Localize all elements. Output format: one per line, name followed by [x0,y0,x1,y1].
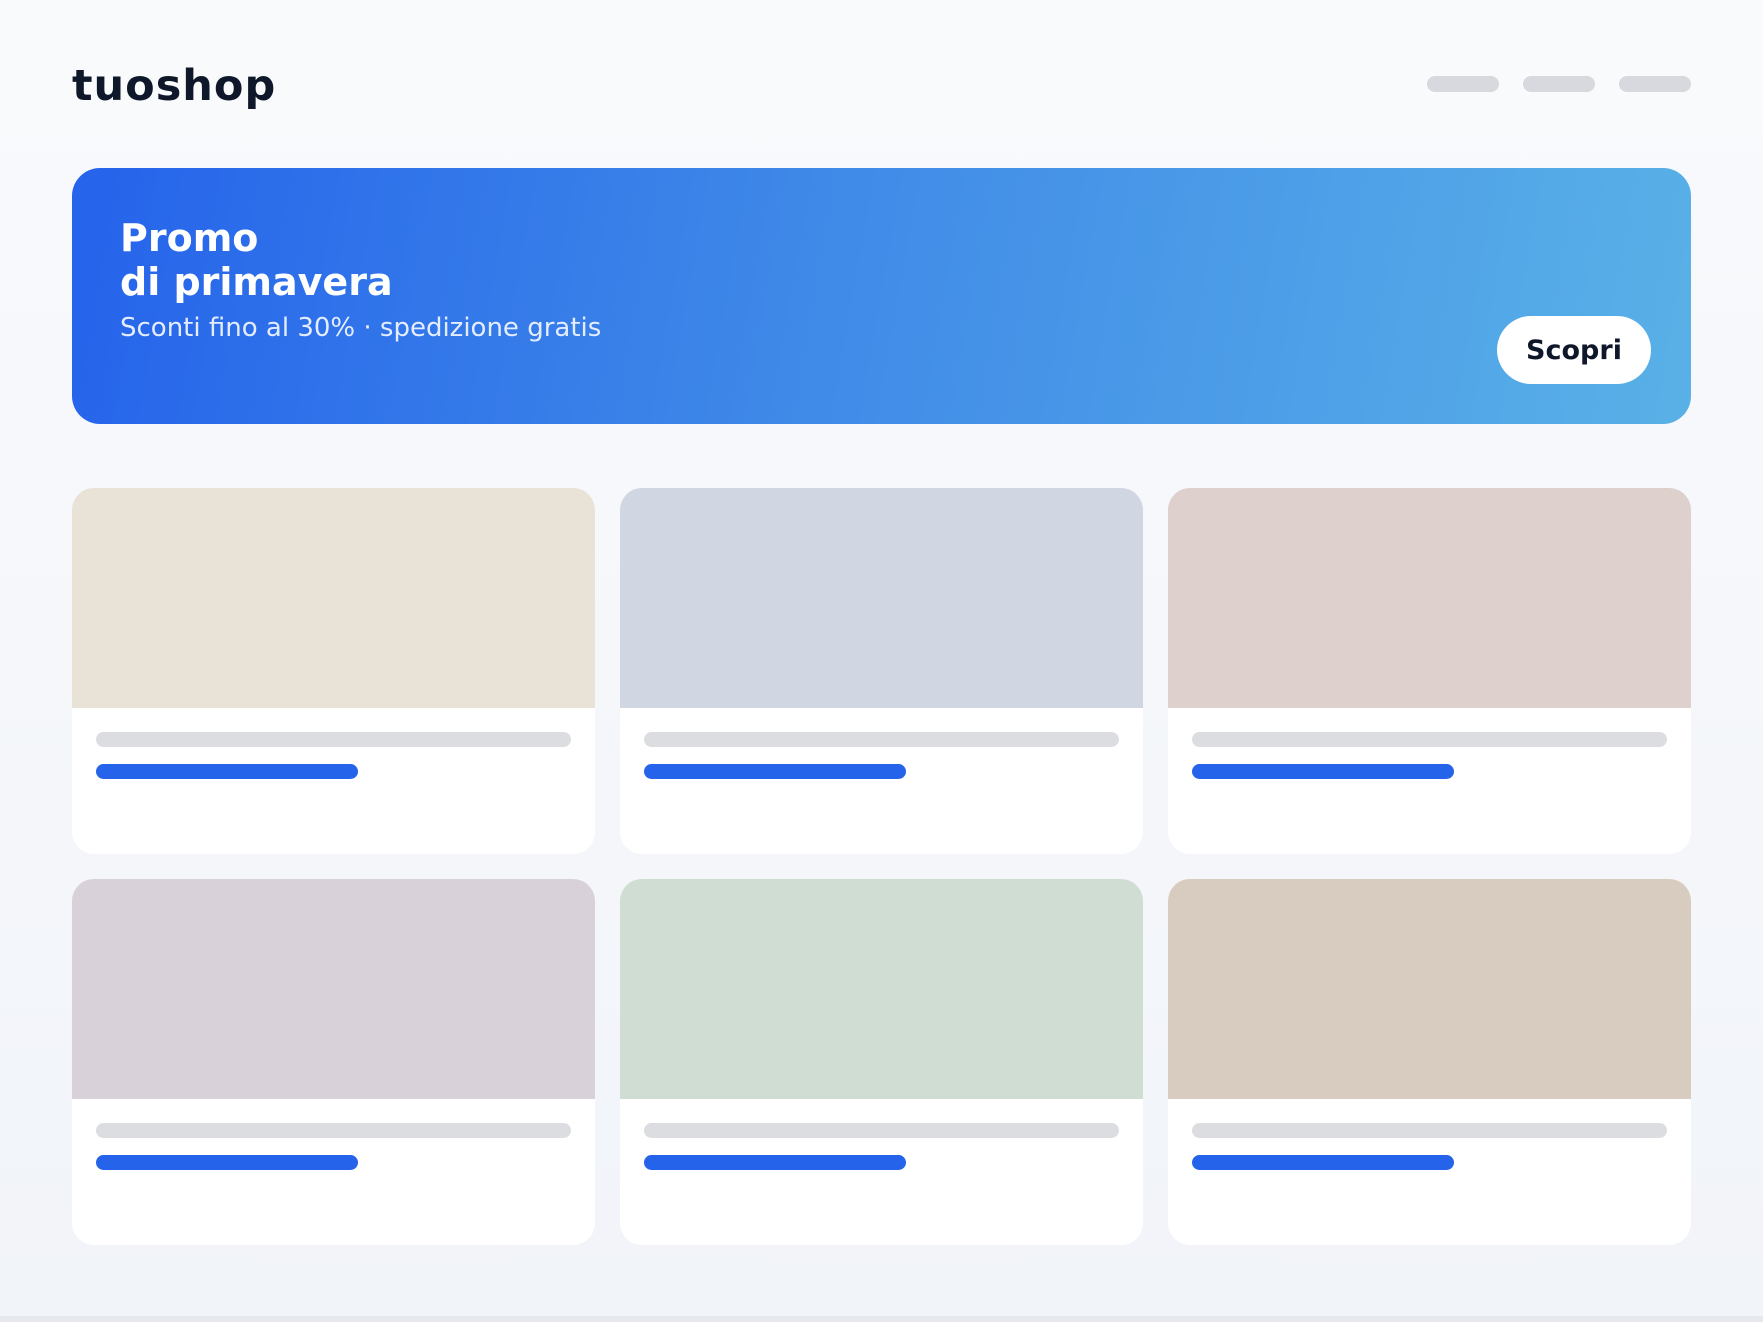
nav-item-placeholder-2[interactable] [1523,76,1595,92]
logo[interactable]: tuoshop [72,56,276,116]
promo-banner: Promo di primavera Sconti fino al 30% · … [72,168,1691,424]
promo-subtitle: Sconti fino al 30% · spedizione gratis [120,313,602,343]
product-grid [72,488,1691,1245]
product-image-placeholder [1168,879,1691,1099]
product-card[interactable] [72,488,595,854]
product-price-placeholder [1192,764,1454,779]
product-price-placeholder [1192,1155,1454,1170]
product-card[interactable] [72,879,595,1245]
product-price-placeholder [96,1155,358,1170]
product-image-placeholder [72,879,595,1099]
product-price-placeholder [96,764,358,779]
product-name-placeholder [1192,1123,1667,1138]
discover-button[interactable]: Scopri [1497,316,1651,384]
site-header: tuoshop [72,56,1691,116]
product-image-placeholder [72,488,595,708]
product-card[interactable] [1168,879,1691,1245]
nav-item-placeholder-3[interactable] [1619,76,1691,92]
promo-title-line-1: Promo [120,216,259,260]
product-name-placeholder [1192,732,1667,747]
product-image-placeholder [620,879,1143,1099]
product-price-placeholder [644,764,906,779]
nav-placeholders [1427,76,1691,92]
product-name-placeholder [644,1123,1119,1138]
product-price-placeholder [644,1155,906,1170]
promo-title-line-2: di primavera [120,260,393,304]
bottom-edge [0,1316,1763,1322]
product-card[interactable] [620,488,1143,854]
product-image-placeholder [620,488,1143,708]
product-card[interactable] [1168,488,1691,854]
product-name-placeholder [96,1123,571,1138]
product-card[interactable] [620,879,1143,1245]
product-name-placeholder [644,732,1119,747]
product-name-placeholder [96,732,571,747]
product-image-placeholder [1168,488,1691,708]
promo-title: Promo di primavera [120,216,393,304]
nav-item-placeholder-1[interactable] [1427,76,1499,92]
